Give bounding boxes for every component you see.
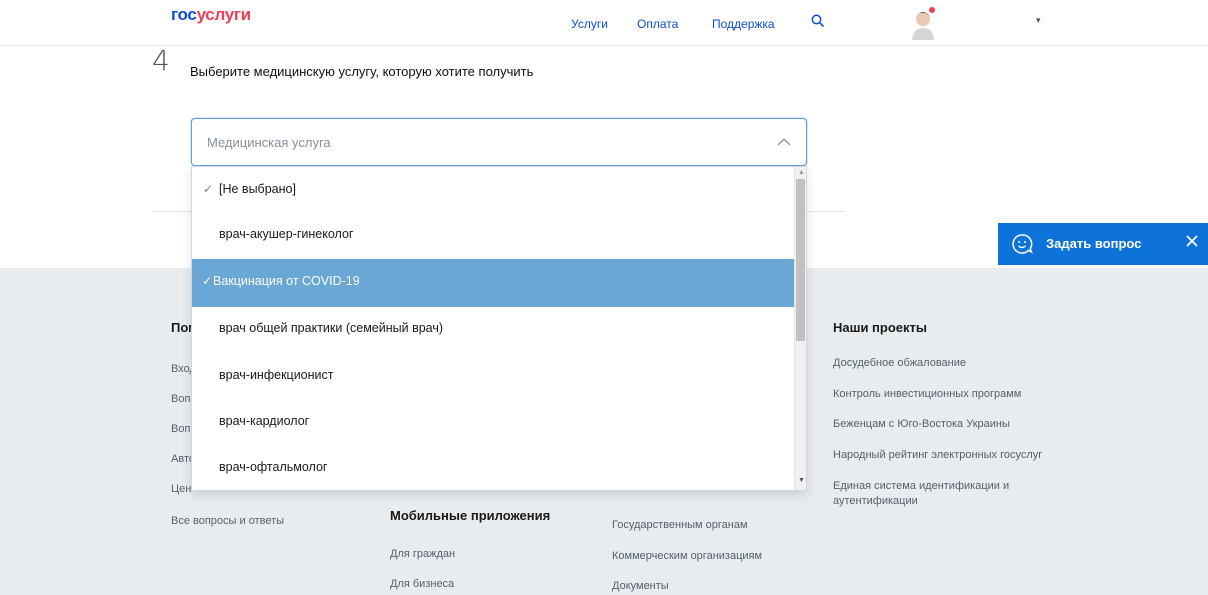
list-scrollbar[interactable]: ▲ ▼ [794,167,806,490]
medical-service-select[interactable]: Медицинская услуга [191,118,807,166]
option-label: Вакцинация от COVID-19 [213,274,360,288]
nav-payment-link[interactable]: Оплата [637,17,678,31]
chat-smile-icon [1012,234,1033,254]
option-covid-vaccination[interactable]: ✓ Вакцинация от COVID-19 [192,259,794,307]
footer-link-project[interactable]: Беженцам с Юго-Востока Украины [833,417,1010,432]
scroll-up-arrow-icon[interactable]: ▲ [798,169,805,176]
footer-heading-mobile-apps: Мобильные приложения [390,508,551,523]
search-icon[interactable] [811,14,825,28]
select-placeholder: Медицинская услуга [207,135,331,150]
footer-link-for-citizens[interactable]: Для граждан [390,547,455,562]
account-menu-caret[interactable]: ▾ [1036,15,1041,26]
option-label: [Не выбрано] [219,182,296,196]
check-icon: ✓ [203,182,214,196]
footer-link-commercial[interactable]: Коммерческим организациям [612,549,762,564]
step-number: 4 [152,44,170,77]
ask-question-label: Задать вопрос [1046,236,1142,251]
option-infectionist[interactable]: врач-инфекционист [192,353,794,401]
option-obstetrician-gynecologist[interactable]: врач-акушер-гинеколог [192,212,794,260]
user-avatar-icon[interactable] [910,6,936,40]
option-label: врач-инфекционист [219,368,334,382]
header: госуслуги Услуги Оплата Поддержка ▾ [0,0,1208,46]
service-options-list: ✓ [Не выбрано] врач-акушер-гинеколог ✓ В… [191,166,807,491]
gosuslugi-logo[interactable]: госуслуги [171,5,251,25]
nav-services-link[interactable]: Услуги [571,17,608,31]
logo-part-2: услуги [196,5,252,24]
option-not-selected[interactable]: ✓ [Не выбрано] [192,167,794,215]
chevron-up-icon[interactable] [776,134,792,150]
scroll-down-arrow-icon[interactable]: ▼ [798,477,805,484]
footer-link-project[interactable]: Контроль инвестиционных программ [833,387,1021,402]
check-icon: ✓ [202,274,213,288]
footer-heading-our-projects: Наши проекты [833,320,927,335]
ask-question-widget[interactable]: Задать вопрос [998,223,1208,265]
option-label: врач-акушер-гинеколог [219,227,354,241]
nav-support-link[interactable]: Поддержка [712,17,775,31]
footer-link-project[interactable]: Народный рейтинг электронных госуслуг [833,448,1042,463]
option-label: врач общей практики (семейный врач) [219,321,444,335]
logo-part-1: гос [171,5,197,24]
option-general-practitioner[interactable]: врач общей практики (семейный врач) [192,306,794,354]
option-cardiologist[interactable]: врач-кардиолог [192,399,794,447]
option-ophthalmologist[interactable]: врач-офтальмолог [192,445,794,490]
footer-link-project[interactable]: Единая система идентификации и аутентифи… [833,479,1033,509]
footer-link-project[interactable]: Досудебное обжалование [833,356,966,371]
footer-link-all-questions[interactable]: Все вопросы и ответы [171,514,284,529]
footer-link-documents[interactable]: Документы [612,579,669,594]
footer-link[interactable]: Цен [171,482,191,497]
footer-link-gov-bodies[interactable]: Государственным органам [612,518,748,533]
option-label: врач-кардиолог [219,414,310,428]
close-icon[interactable] [1184,233,1200,249]
step-title: Выберите медицинскую услугу, которую хот… [190,64,534,79]
option-label: врач-офтальмолог [219,460,328,474]
footer-link-for-business[interactable]: Для бизнеса [390,577,454,592]
page: госуслуги Услуги Оплата Поддержка ▾ 4 Вы… [0,0,1208,595]
scrollbar-thumb[interactable] [796,179,805,341]
